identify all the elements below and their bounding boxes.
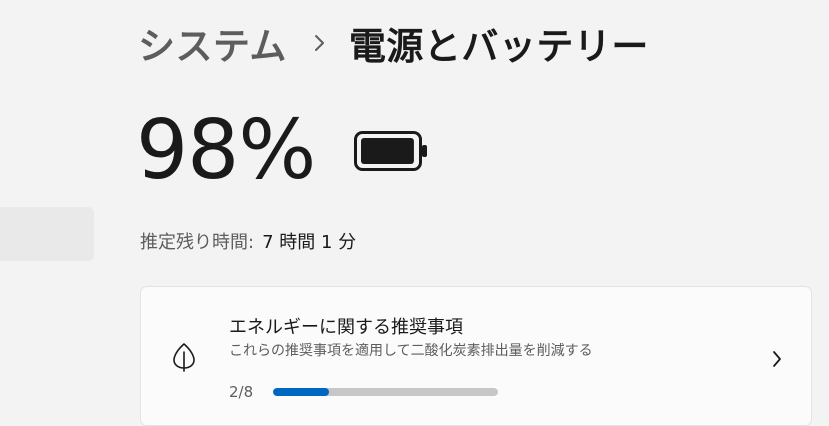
leaf-icon [171, 342, 197, 376]
card-title: エネルギーに関する推奨事項 [229, 317, 463, 338]
battery-full-icon [353, 129, 431, 177]
estimated-time-remaining: 推定残り時間: 7 時間 1 分 [140, 228, 356, 254]
recommendations-progress: 2/8 [229, 383, 498, 401]
page-title: 電源とバッテリー [348, 25, 649, 68]
progress-bar [273, 388, 498, 396]
breadcrumb: システム 電源とバッテリー [138, 18, 649, 68]
remaining-label: 推定残り時間: [140, 232, 255, 253]
chevron-right-icon [313, 32, 327, 54]
sidebar-selected-item[interactable] [0, 207, 94, 261]
progress-bar-fill [273, 388, 330, 396]
card-subtitle: これらの推奨事項を適用して二酸化炭素排出量を削減する [229, 343, 593, 359]
progress-count: 2/8 [229, 383, 254, 401]
chevron-right-icon[interactable] [771, 349, 783, 373]
energy-recommendations-card[interactable]: エネルギーに関する推奨事項 これらの推奨事項を適用して二酸化炭素排出量を削減する… [140, 286, 812, 426]
remaining-value: 7 時間 1 分 [262, 232, 357, 253]
battery-percentage: 98% [136, 103, 316, 198]
breadcrumb-parent-system[interactable]: システム [138, 16, 287, 70]
battery-status: 98% [136, 110, 431, 192]
